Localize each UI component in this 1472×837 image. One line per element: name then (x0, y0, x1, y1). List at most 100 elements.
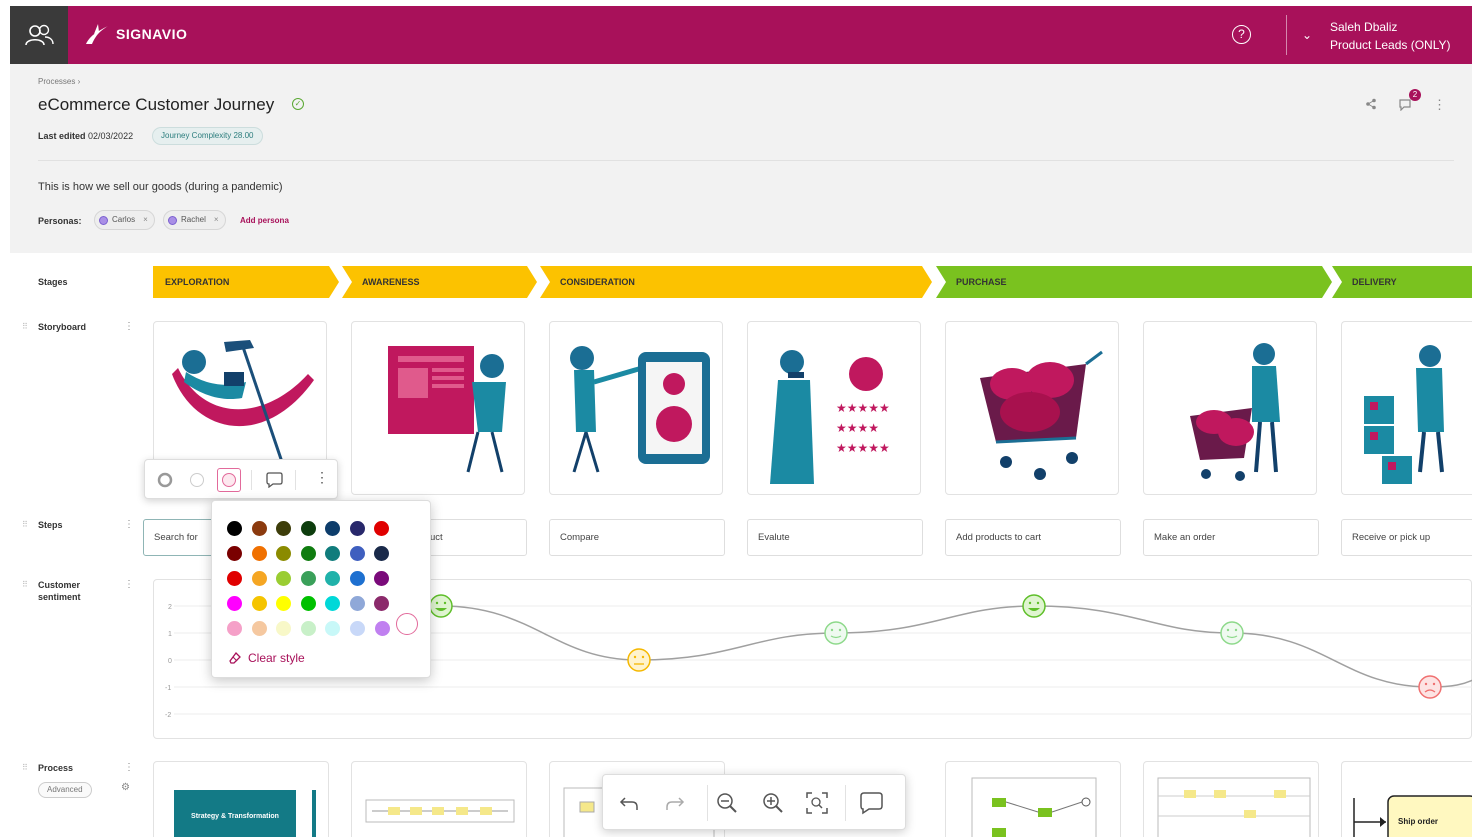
storyboard-card[interactable] (351, 321, 525, 495)
drag-handle-icon[interactable]: ⠿ (22, 763, 28, 772)
topbar-divider (1286, 15, 1287, 55)
app-switcher[interactable] (10, 6, 68, 64)
color-swatch[interactable] (276, 546, 291, 561)
help-icon[interactable]: ? (1232, 25, 1251, 44)
color-swatch[interactable] (227, 596, 242, 611)
process-card[interactable]: Strategy & Transformation (153, 761, 329, 837)
process-card[interactable] (351, 761, 527, 837)
color-swatch[interactable] (227, 621, 242, 636)
user-menu[interactable]: Saleh Dbaliz Product Leads (ONLY) (1330, 18, 1451, 54)
color-swatch[interactable] (251, 571, 267, 586)
breadcrumb-processes[interactable]: Processes (38, 77, 75, 86)
color-swatch[interactable] (227, 521, 242, 536)
zoom-in-icon[interactable] (759, 789, 787, 817)
storyboard-card[interactable] (945, 321, 1119, 495)
gear-icon[interactable]: ⚙ (121, 782, 130, 793)
more-vert-icon[interactable]: ⋮ (124, 762, 134, 773)
color-swatch[interactable] (300, 571, 316, 586)
comment-icon[interactable] (265, 472, 283, 488)
complexity-badge[interactable]: Journey Complexity 28.00 (152, 127, 263, 145)
storyboard-card[interactable] (549, 321, 723, 495)
color-swatch[interactable] (325, 521, 340, 536)
toolbar-divider (845, 785, 846, 821)
fill-color-button[interactable] (217, 468, 241, 492)
redo-icon[interactable] (661, 789, 689, 817)
color-swatch[interactable] (325, 546, 340, 561)
share-icon[interactable] (1365, 98, 1377, 113)
clear-style-button[interactable]: Clear style (228, 651, 305, 665)
color-swatch[interactable] (251, 621, 267, 636)
color-swatch[interactable] (325, 596, 340, 611)
more-vert-icon[interactable]: ⋮ (315, 469, 329, 486)
color-swatch[interactable] (375, 621, 390, 636)
step-card[interactable]: Evalute (747, 519, 923, 556)
color-swatch[interactable] (300, 521, 316, 536)
color-swatch[interactable] (374, 546, 389, 561)
storyboard-card[interactable] (1143, 321, 1317, 495)
zoom-out-icon[interactable] (713, 789, 741, 817)
more-vert-icon[interactable]: ⋮ (124, 579, 134, 590)
undo-icon[interactable] (615, 789, 643, 817)
stage-consideration[interactable]: CONSIDERATION (540, 266, 932, 298)
storyboard-card[interactable]: ★★★★★ ★★★★ ★★★★★ (747, 321, 921, 495)
drag-handle-icon[interactable]: ⠿ (22, 520, 28, 529)
step-card[interactable]: Compare (549, 519, 725, 556)
color-swatch[interactable] (251, 546, 267, 561)
color-swatch[interactable] (325, 571, 340, 586)
color-swatch[interactable] (251, 521, 267, 536)
process-card[interactable] (945, 761, 1121, 837)
color-swatch[interactable] (374, 571, 389, 586)
step-card[interactable]: Receive or pick up (1341, 519, 1472, 556)
comment-icon[interactable] (857, 789, 885, 817)
color-swatch[interactable] (349, 571, 365, 586)
signavio-logo[interactable]: SIGNAVIO (84, 22, 187, 46)
more-vert-icon[interactable]: ⋮ (1433, 97, 1446, 113)
breadcrumb[interactable]: Processes › (38, 77, 80, 86)
color-swatch[interactable] (349, 521, 365, 536)
journey-description[interactable]: This is how we sell our goods (during a … (38, 181, 283, 193)
chevron-down-icon[interactable]: ⌄ (1302, 28, 1312, 42)
step-card[interactable]: Make an order (1143, 519, 1319, 556)
color-swatch[interactable] (349, 621, 365, 636)
color-swatch[interactable] (374, 596, 389, 611)
stage-exploration[interactable]: EXPLORATION (153, 266, 339, 298)
zoom-fit-icon[interactable] (803, 789, 831, 817)
more-vert-icon[interactable]: ⋮ (124, 321, 134, 332)
more-vert-icon[interactable]: ⋮ (124, 519, 134, 530)
color-swatch[interactable] (300, 546, 316, 561)
persona-chip[interactable]: Carlos × (94, 210, 155, 230)
persona-name: Carlos (112, 215, 136, 224)
color-swatch[interactable] (276, 596, 291, 611)
journey-header: Processes › eCommerce Customer Journey ✓… (10, 64, 1472, 253)
color-swatch[interactable] (276, 621, 291, 636)
process-card[interactable]: Ship order (1341, 761, 1472, 837)
color-swatch[interactable] (227, 546, 242, 561)
drag-handle-icon[interactable]: ⠿ (22, 322, 28, 331)
stage-awareness[interactable]: AWARENESS (342, 266, 537, 298)
color-swatch[interactable] (276, 521, 291, 536)
color-swatch[interactable] (374, 521, 389, 536)
color-swatch[interactable] (325, 621, 340, 636)
comment-icon[interactable] (1398, 98, 1412, 114)
storyboard-card[interactable] (1341, 321, 1472, 495)
stage-delivery[interactable]: DELIVERY (1332, 266, 1472, 298)
stage-purchase[interactable]: PURCHASE (936, 266, 1332, 298)
persona-chip[interactable]: Rachel × (163, 210, 226, 230)
remove-icon[interactable]: × (214, 211, 219, 229)
color-swatch[interactable] (276, 571, 291, 586)
step-card[interactable]: Add products to cart (945, 519, 1121, 556)
color-swatch[interactable] (349, 596, 365, 611)
advanced-filter-chip[interactable]: Advanced (38, 782, 92, 798)
add-persona-link[interactable]: Add persona (240, 216, 289, 225)
process-card[interactable] (1143, 761, 1319, 837)
remove-icon[interactable]: × (143, 211, 148, 229)
drag-handle-icon[interactable]: ⠿ (22, 580, 28, 589)
clear-style-label: Clear style (248, 651, 305, 665)
color-swatch[interactable] (300, 596, 316, 611)
color-swatch[interactable] (227, 571, 242, 586)
color-swatch[interactable] (251, 596, 267, 611)
border-style-icon[interactable] (157, 472, 173, 488)
color-swatch[interactable] (300, 621, 316, 636)
fill-none-icon[interactable] (189, 472, 205, 488)
color-swatch[interactable] (349, 546, 365, 561)
